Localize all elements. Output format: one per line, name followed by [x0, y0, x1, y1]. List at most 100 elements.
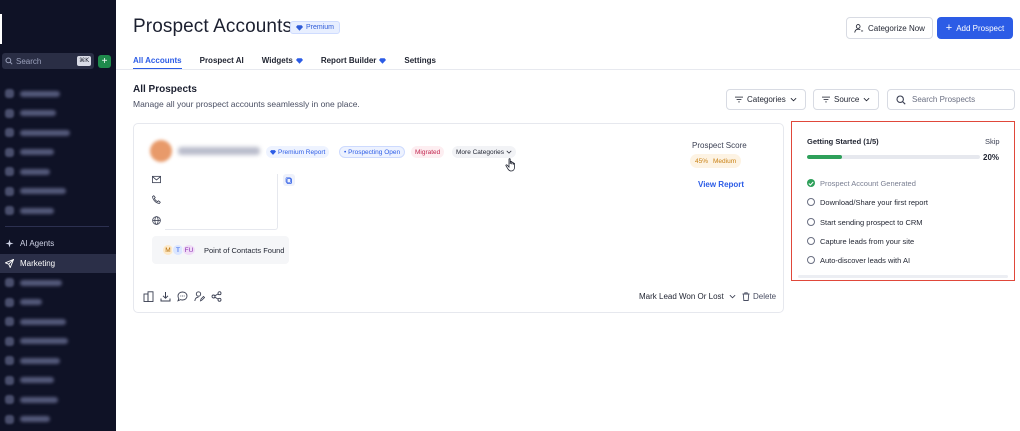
- empty-circle-icon: [807, 198, 815, 206]
- app-window: Search ⌘K + AI Agents Marketing Prospect…: [0, 0, 1020, 431]
- redacted-label: [20, 357, 60, 364]
- redacted-label: [20, 207, 54, 214]
- step-label: Prospect Account Generated: [820, 178, 916, 188]
- tab-all-accounts[interactable]: All Accounts: [133, 52, 182, 70]
- nav-icon: [5, 128, 14, 138]
- sidebar-item-label: AI Agents: [20, 239, 55, 248]
- tab-bar: All Accounts Prospect AI Widgets Report …: [133, 52, 454, 70]
- premium-report-tag[interactable]: Premium Report: [266, 146, 330, 158]
- sidebar-item[interactable]: [0, 182, 116, 202]
- prospect-score-badge: 45% Medium: [690, 154, 742, 168]
- lead-status-label: Mark Lead Won Or Lost: [639, 292, 724, 301]
- sidebar-item[interactable]: [0, 390, 116, 410]
- categories-filter[interactable]: Categories: [726, 89, 806, 110]
- sidebar-item[interactable]: [0, 123, 116, 143]
- company-avatar: [150, 140, 172, 162]
- redacted-label: [20, 149, 54, 156]
- tab-label: Settings: [404, 56, 436, 65]
- send-icon: [5, 259, 14, 268]
- source-filter[interactable]: Source: [813, 89, 880, 110]
- copy-button[interactable]: [283, 174, 295, 186]
- building-icon[interactable]: [143, 291, 154, 302]
- prospect-score-level: Medium: [713, 157, 737, 165]
- search-icon: [5, 57, 13, 65]
- logo: [0, 14, 2, 44]
- prospect-search-input[interactable]: [912, 95, 1007, 104]
- redacted-label: [20, 318, 66, 325]
- redacted-label: [20, 416, 50, 423]
- sidebar-item[interactable]: [0, 371, 116, 391]
- step-capture-leads[interactable]: Capture leads from your site: [807, 235, 914, 247]
- nav-icon: [5, 336, 14, 346]
- sidebar-add-button[interactable]: +: [98, 55, 111, 68]
- step-label: Auto-discover leads with AI: [820, 255, 911, 265]
- diamond-icon: [295, 57, 303, 64]
- step-download-share-report[interactable]: Download/Share your first report: [807, 196, 928, 208]
- getting-started-panel: Getting Started (1/5) Skip 20% Prospect …: [791, 121, 1015, 281]
- nav-icon: [5, 147, 14, 157]
- sidebar-item[interactable]: [0, 143, 116, 163]
- download-icon[interactable]: [160, 291, 171, 302]
- diamond-icon: [379, 57, 387, 64]
- sidebar-item-ai-agents[interactable]: AI Agents: [0, 234, 116, 253]
- prospecting-status-tag[interactable]: • Prospecting Open: [339, 146, 406, 158]
- sidebar-item[interactable]: [0, 84, 116, 104]
- categorize-now-button[interactable]: Categorize Now: [846, 17, 933, 39]
- step-prospect-account-generated[interactable]: Prospect Account Generated: [807, 177, 916, 189]
- sidebar-item[interactable]: [0, 332, 116, 352]
- tab-settings[interactable]: Settings: [404, 52, 436, 69]
- sidebar-nav-blurred: [0, 84, 116, 221]
- chat-icon[interactable]: [177, 291, 188, 302]
- sidebar-subnav-blurred: [0, 273, 116, 429]
- redacted-label: [20, 168, 50, 175]
- nav-icon: [5, 297, 14, 307]
- sidebar-item[interactable]: [0, 104, 116, 124]
- sidebar-item[interactable]: [0, 410, 116, 430]
- add-prospect-button[interactable]: + Add Prospect: [937, 17, 1013, 39]
- prospect-card: Premium Report • Prospecting Open Migrat…: [133, 123, 784, 313]
- sidebar-item[interactable]: [0, 351, 116, 371]
- sidebar-item-label: Marketing: [20, 259, 56, 268]
- step-send-prospect-crm[interactable]: Start sending prospect to CRM: [807, 216, 923, 228]
- nav-icon: [5, 186, 14, 196]
- nav-icon: [5, 167, 14, 177]
- empty-circle-icon: [807, 237, 815, 245]
- migrated-tag[interactable]: Migrated: [411, 146, 445, 158]
- getting-started-progress: [807, 155, 980, 159]
- prospect-search[interactable]: [887, 89, 1015, 110]
- chevron-down-icon: [506, 150, 512, 154]
- tab-widgets[interactable]: Widgets: [262, 52, 303, 69]
- sidebar-item-marketing[interactable]: Marketing: [0, 254, 116, 273]
- prospect-score-value: 45%: [695, 157, 709, 165]
- panel-scrollbar[interactable]: [798, 275, 1008, 278]
- tab-prospect-ai[interactable]: Prospect AI: [200, 52, 244, 69]
- sidebar: Search ⌘K + AI Agents Marketing: [0, 0, 116, 431]
- sidebar-search[interactable]: Search ⌘K: [2, 53, 94, 69]
- lead-status-select[interactable]: Mark Lead Won Or Lost: [639, 292, 736, 301]
- share-icon[interactable]: [211, 291, 222, 302]
- skip-button[interactable]: Skip: [985, 137, 1000, 146]
- point-of-contacts[interactable]: M T FU Point of Contacts Found: [152, 236, 289, 264]
- shortcut-badge: ⌘K: [77, 56, 91, 66]
- more-categories-dropdown[interactable]: More Categories: [452, 146, 517, 158]
- contact-details-popover: [165, 174, 278, 230]
- empty-circle-icon: [807, 256, 815, 264]
- premium-badge-label: Premium: [306, 24, 335, 31]
- nav-icon: [5, 356, 14, 366]
- tab-label: Prospect AI: [199, 56, 244, 65]
- sidebar-item[interactable]: [0, 273, 116, 293]
- nav-icon: [5, 278, 14, 288]
- redacted-label: [20, 396, 58, 403]
- delete-button[interactable]: Delete: [742, 292, 776, 301]
- tab-label: Widgets: [261, 56, 293, 65]
- sidebar-item[interactable]: [0, 201, 116, 221]
- sidebar-item[interactable]: [0, 312, 116, 332]
- tab-report-builder[interactable]: Report Builder: [321, 52, 387, 69]
- view-report-link[interactable]: View Report: [698, 180, 744, 189]
- sidebar-item[interactable]: [0, 162, 116, 182]
- chevron-down-icon: [863, 97, 870, 102]
- redacted-label: [20, 188, 66, 195]
- user-edit-icon[interactable]: [194, 291, 205, 302]
- step-auto-discover-leads[interactable]: Auto-discover leads with AI: [807, 254, 910, 266]
- sidebar-item[interactable]: [0, 293, 116, 313]
